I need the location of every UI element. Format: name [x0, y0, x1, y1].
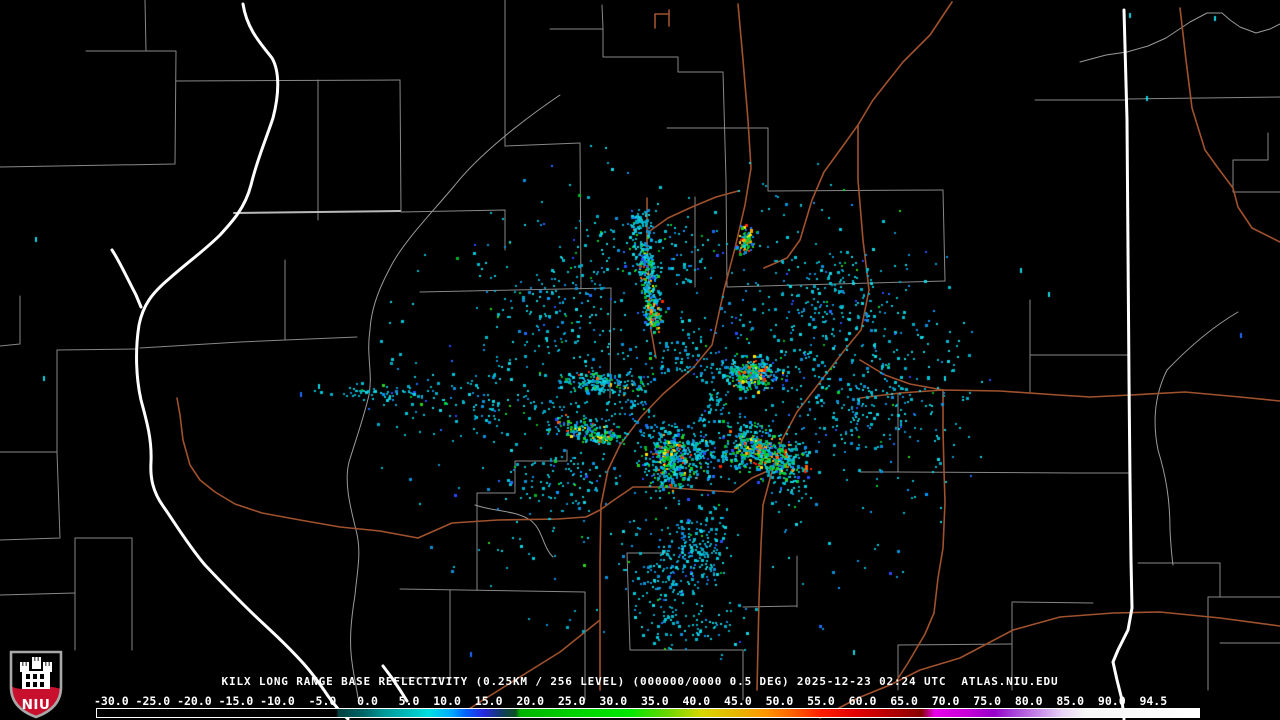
colorbar-scale-labels: -30.0 -25.0 -20.0 -15.0 -10.0 -5.0 0.0 5… — [94, 694, 1167, 708]
radar-display: KILX LONG RANGE BASE REFLECTIVITY (0.25K… — [0, 0, 1280, 720]
niu-wordmark: NIU — [22, 697, 51, 713]
niu-logo: NIU — [5, 649, 67, 720]
product-title: KILX LONG RANGE BASE REFLECTIVITY (0.25K… — [0, 675, 1280, 688]
reflectivity-colorbar — [96, 708, 1200, 718]
radar-echo-layer — [0, 0, 1280, 720]
